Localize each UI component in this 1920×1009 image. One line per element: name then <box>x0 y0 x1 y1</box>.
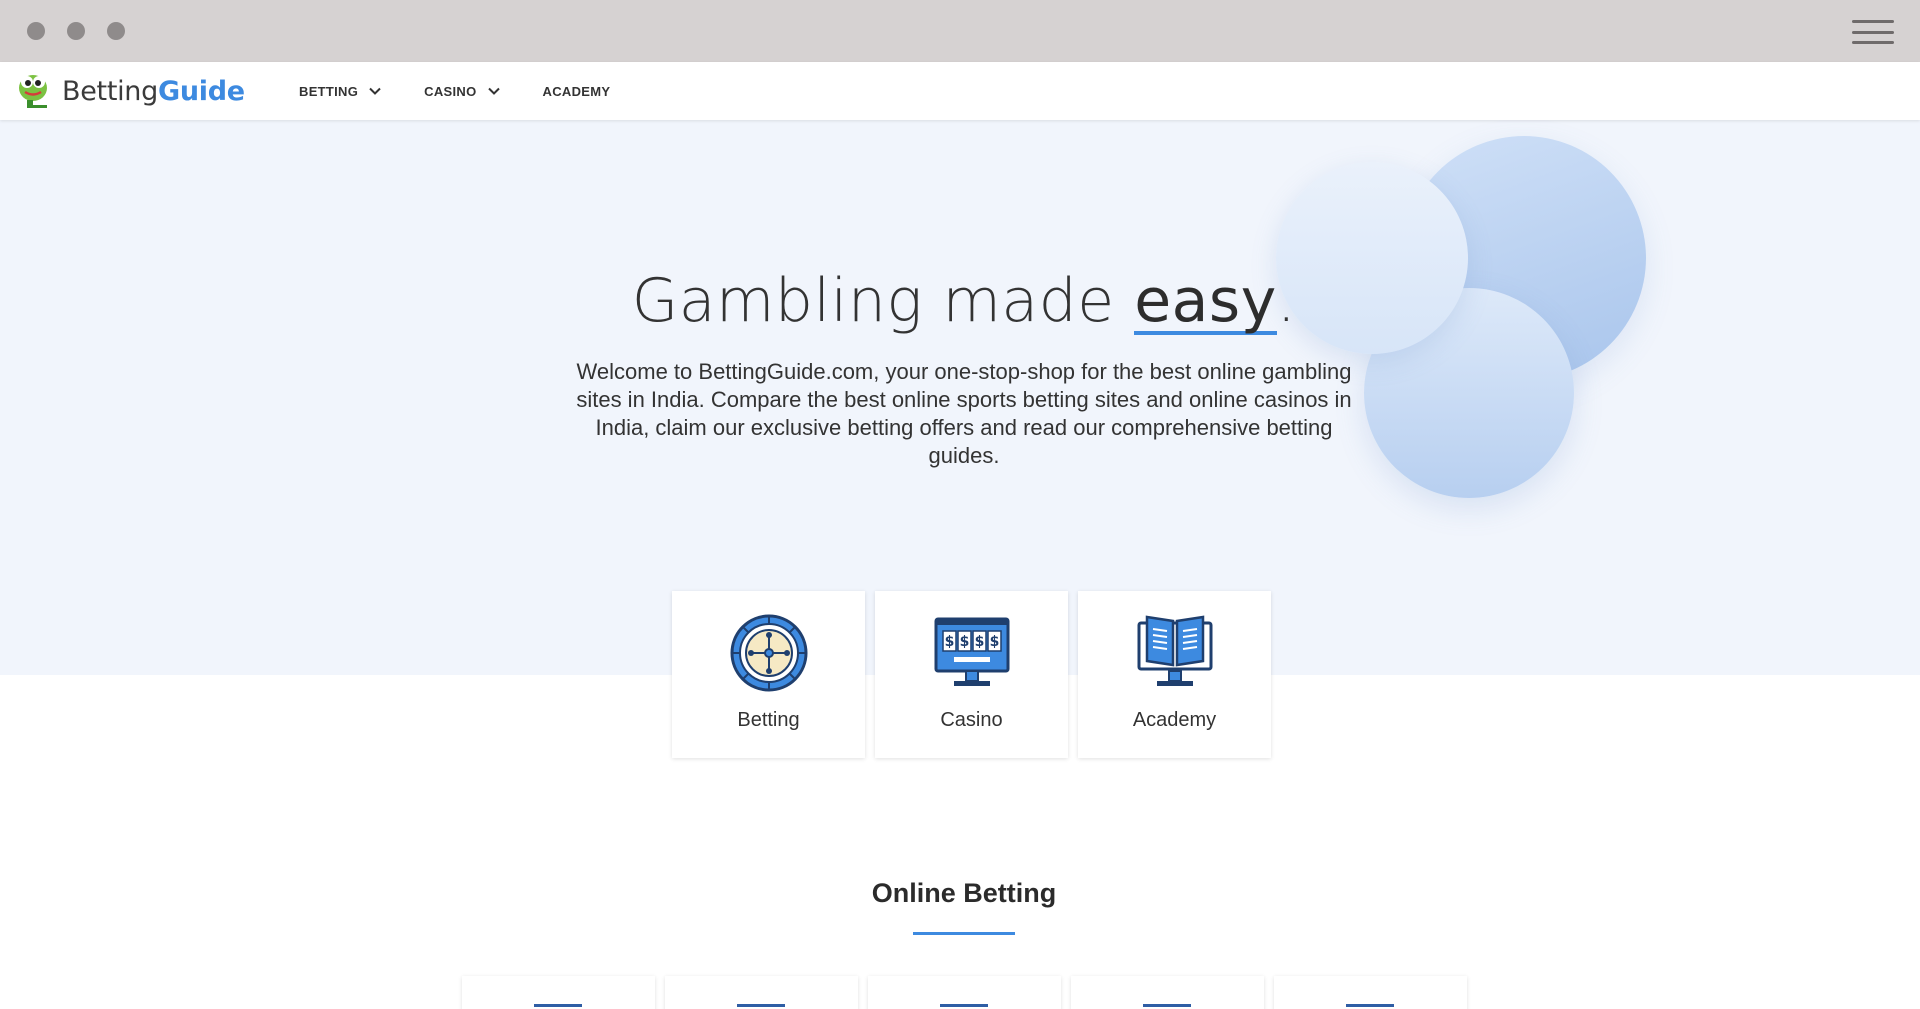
hero-title: Gambling made easy. <box>0 266 1920 336</box>
svg-text:$: $ <box>959 634 969 650</box>
card-icon <box>737 1004 785 1009</box>
logo-text-guide: Guide <box>157 75 245 107</box>
online-betting-card[interactable] <box>868 976 1061 1009</box>
online-betting-card[interactable] <box>665 976 858 1009</box>
hero-description: Welcome to BettingGuide.com, your one-st… <box>576 359 1352 468</box>
hero-title-emphasis: easy <box>1134 266 1277 336</box>
window-close-dot[interactable] <box>27 22 45 40</box>
hero-title-end: . <box>1276 266 1297 336</box>
online-betting-cards <box>462 976 1467 1009</box>
site-header: BettingGuide BETTING CASINO ACADEMY <box>0 62 1920 120</box>
online-betting-card[interactable] <box>1274 976 1467 1009</box>
chevron-down-icon <box>487 87 500 95</box>
roulette-wheel-icon <box>730 614 807 692</box>
online-betting-card[interactable] <box>1071 976 1264 1009</box>
card-icon <box>940 1004 988 1009</box>
book-monitor-icon <box>1137 615 1212 686</box>
window-minimize-dot[interactable] <box>67 22 85 40</box>
site-logo[interactable]: BettingGuide <box>16 71 245 111</box>
category-card-label: Betting <box>737 709 800 731</box>
section-title-underline <box>913 932 1015 935</box>
browser-chrome <box>0 0 1920 62</box>
nav-item-casino[interactable]: CASINO <box>424 84 500 99</box>
logo-wordmark: BettingGuide <box>62 76 245 107</box>
svg-text:$: $ <box>944 634 954 650</box>
category-card-casino[interactable]: $ $ $ $ Casino <box>875 591 1068 758</box>
nav-item-label: ACADEMY <box>542 83 611 99</box>
category-card-academy[interactable]: Academy <box>1078 591 1271 758</box>
section-title: Online Betting <box>871 878 1057 908</box>
hero-title-start: Gambling made <box>631 266 1135 336</box>
main-nav: BETTING CASINO ACADEMY <box>299 62 652 120</box>
nav-item-academy[interactable]: ACADEMY <box>543 84 611 99</box>
card-icon <box>1346 1004 1394 1009</box>
category-cards: Betting $ $ $ $ Casino Academy <box>672 591 1271 758</box>
svg-text:$: $ <box>974 634 984 650</box>
category-card-label: Casino <box>940 709 1003 731</box>
hamburger-menu-icon[interactable] <box>1852 20 1894 44</box>
logo-text-betting: Betting <box>62 75 158 107</box>
window-maximize-dot[interactable] <box>107 22 125 40</box>
svg-text:$: $ <box>989 634 999 650</box>
nav-item-betting[interactable]: BETTING <box>299 84 382 99</box>
category-card-betting[interactable]: Betting <box>672 591 865 758</box>
nav-item-label: BETTING <box>299 83 359 99</box>
card-icon <box>534 1004 582 1009</box>
card-icon <box>1143 1004 1191 1009</box>
chevron-down-icon <box>369 87 381 95</box>
online-betting-card[interactable] <box>462 976 655 1009</box>
nav-item-label: CASINO <box>424 83 477 99</box>
slot-machine-monitor-icon: $ $ $ $ <box>934 617 1009 686</box>
frog-mascot-icon <box>19 75 47 108</box>
category-card-label: Academy <box>1132 709 1217 731</box>
